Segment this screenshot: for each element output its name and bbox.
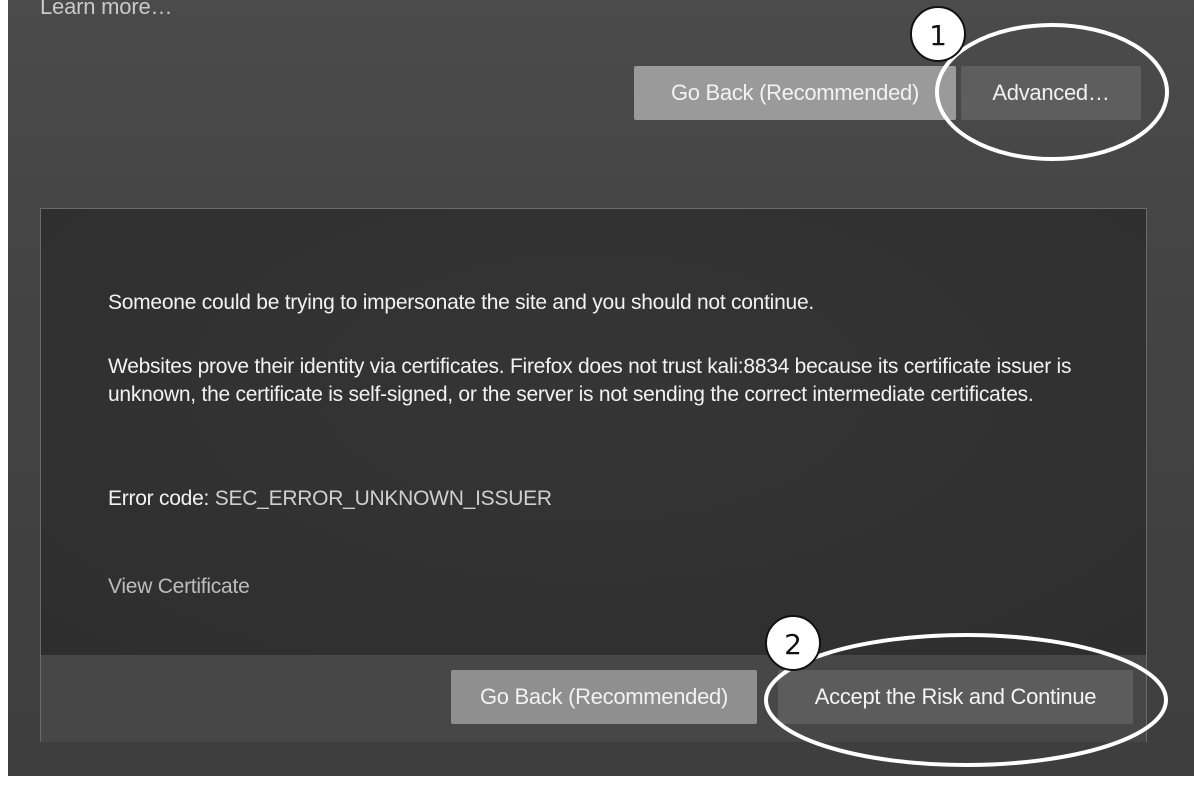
view-certificate-link[interactable]: View Certificate [108,575,250,599]
go-back-button-bottom[interactable]: Go Back (Recommended) [451,670,757,724]
certificate-explanation: Websites prove their identity via certif… [108,355,1072,406]
advanced-panel-body: Someone could be trying to impersonate t… [41,209,1146,655]
accept-risk-button[interactable]: Accept the Risk and Continue [778,670,1133,724]
advanced-panel: Someone could be trying to impersonate t… [40,208,1147,742]
go-back-button[interactable]: Go Back (Recommended) [634,66,956,120]
learn-more-link[interactable]: Learn more… [40,0,173,20]
advanced-button[interactable]: Advanced… [961,66,1141,120]
error-code-label: Error code: [108,487,210,510]
error-page: Learn more… Go Back (Recommended) Advanc… [8,0,1194,776]
error-code-link[interactable]: SEC_ERROR_UNKNOWN_ISSUER [215,487,552,510]
impersonation-warning: Someone could be trying to impersonate t… [108,291,814,314]
error-code-line: Error code: SEC_ERROR_UNKNOWN_ISSUER [108,485,1098,513]
